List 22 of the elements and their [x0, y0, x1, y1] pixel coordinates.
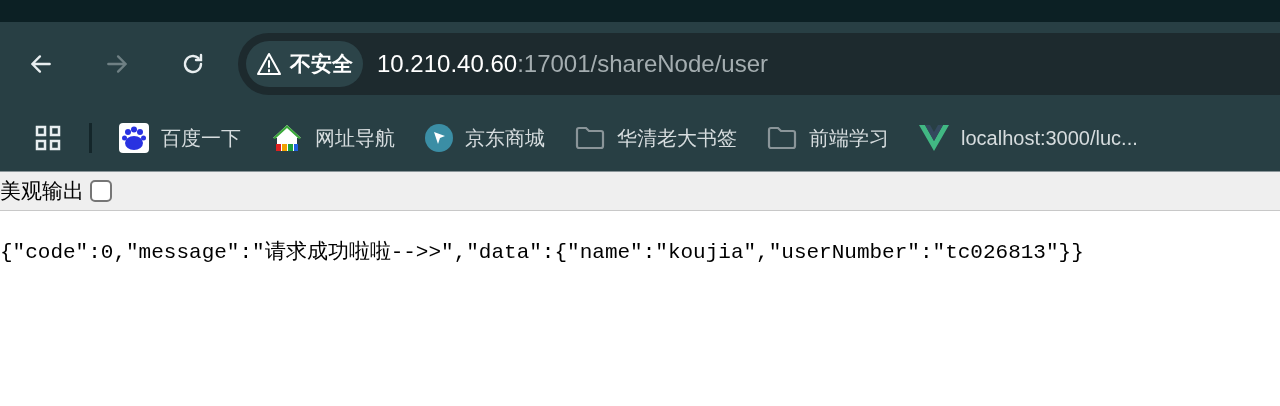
paw-icon [119, 123, 149, 153]
folder-icon [575, 126, 605, 150]
v-logo-icon [919, 124, 949, 152]
address-bar[interactable]: 不安全 10.210.40.60:17001/shareNode/user [238, 32, 1280, 95]
bookmark-item[interactable]: 华清老大书签 [575, 123, 737, 153]
pretty-print-checkbox[interactable] [90, 180, 112, 202]
cursor-icon [425, 124, 453, 152]
bookmark-item[interactable]: 百度一下 [119, 123, 241, 153]
json-response-text: {"code":0,"message":"请求成功啦啦-->>","data":{"name":"koujia","userNumber":"tc026813"}} [0, 239, 1085, 266]
warning-icon [256, 51, 282, 76]
reload-icon [181, 51, 205, 76]
folder-icon [767, 126, 797, 150]
security-chip[interactable]: 不安全 [246, 40, 363, 87]
bookmark-item[interactable]: 京东商城 [425, 123, 545, 153]
security-label: 不安全 [290, 50, 353, 77]
pretty-print-label: 美观输出 [0, 178, 84, 205]
bookmark-item[interactable]: localhost:3000/luc... [919, 123, 1138, 153]
bookmark-item[interactable]: 前端学习 [767, 123, 889, 153]
house-icon [271, 123, 303, 153]
apps-grid-icon[interactable] [35, 125, 61, 151]
bookmark-item[interactable]: 网址导航 [271, 123, 395, 153]
url-text: 10.210.40.60:17001/shareNode/user [377, 48, 768, 79]
